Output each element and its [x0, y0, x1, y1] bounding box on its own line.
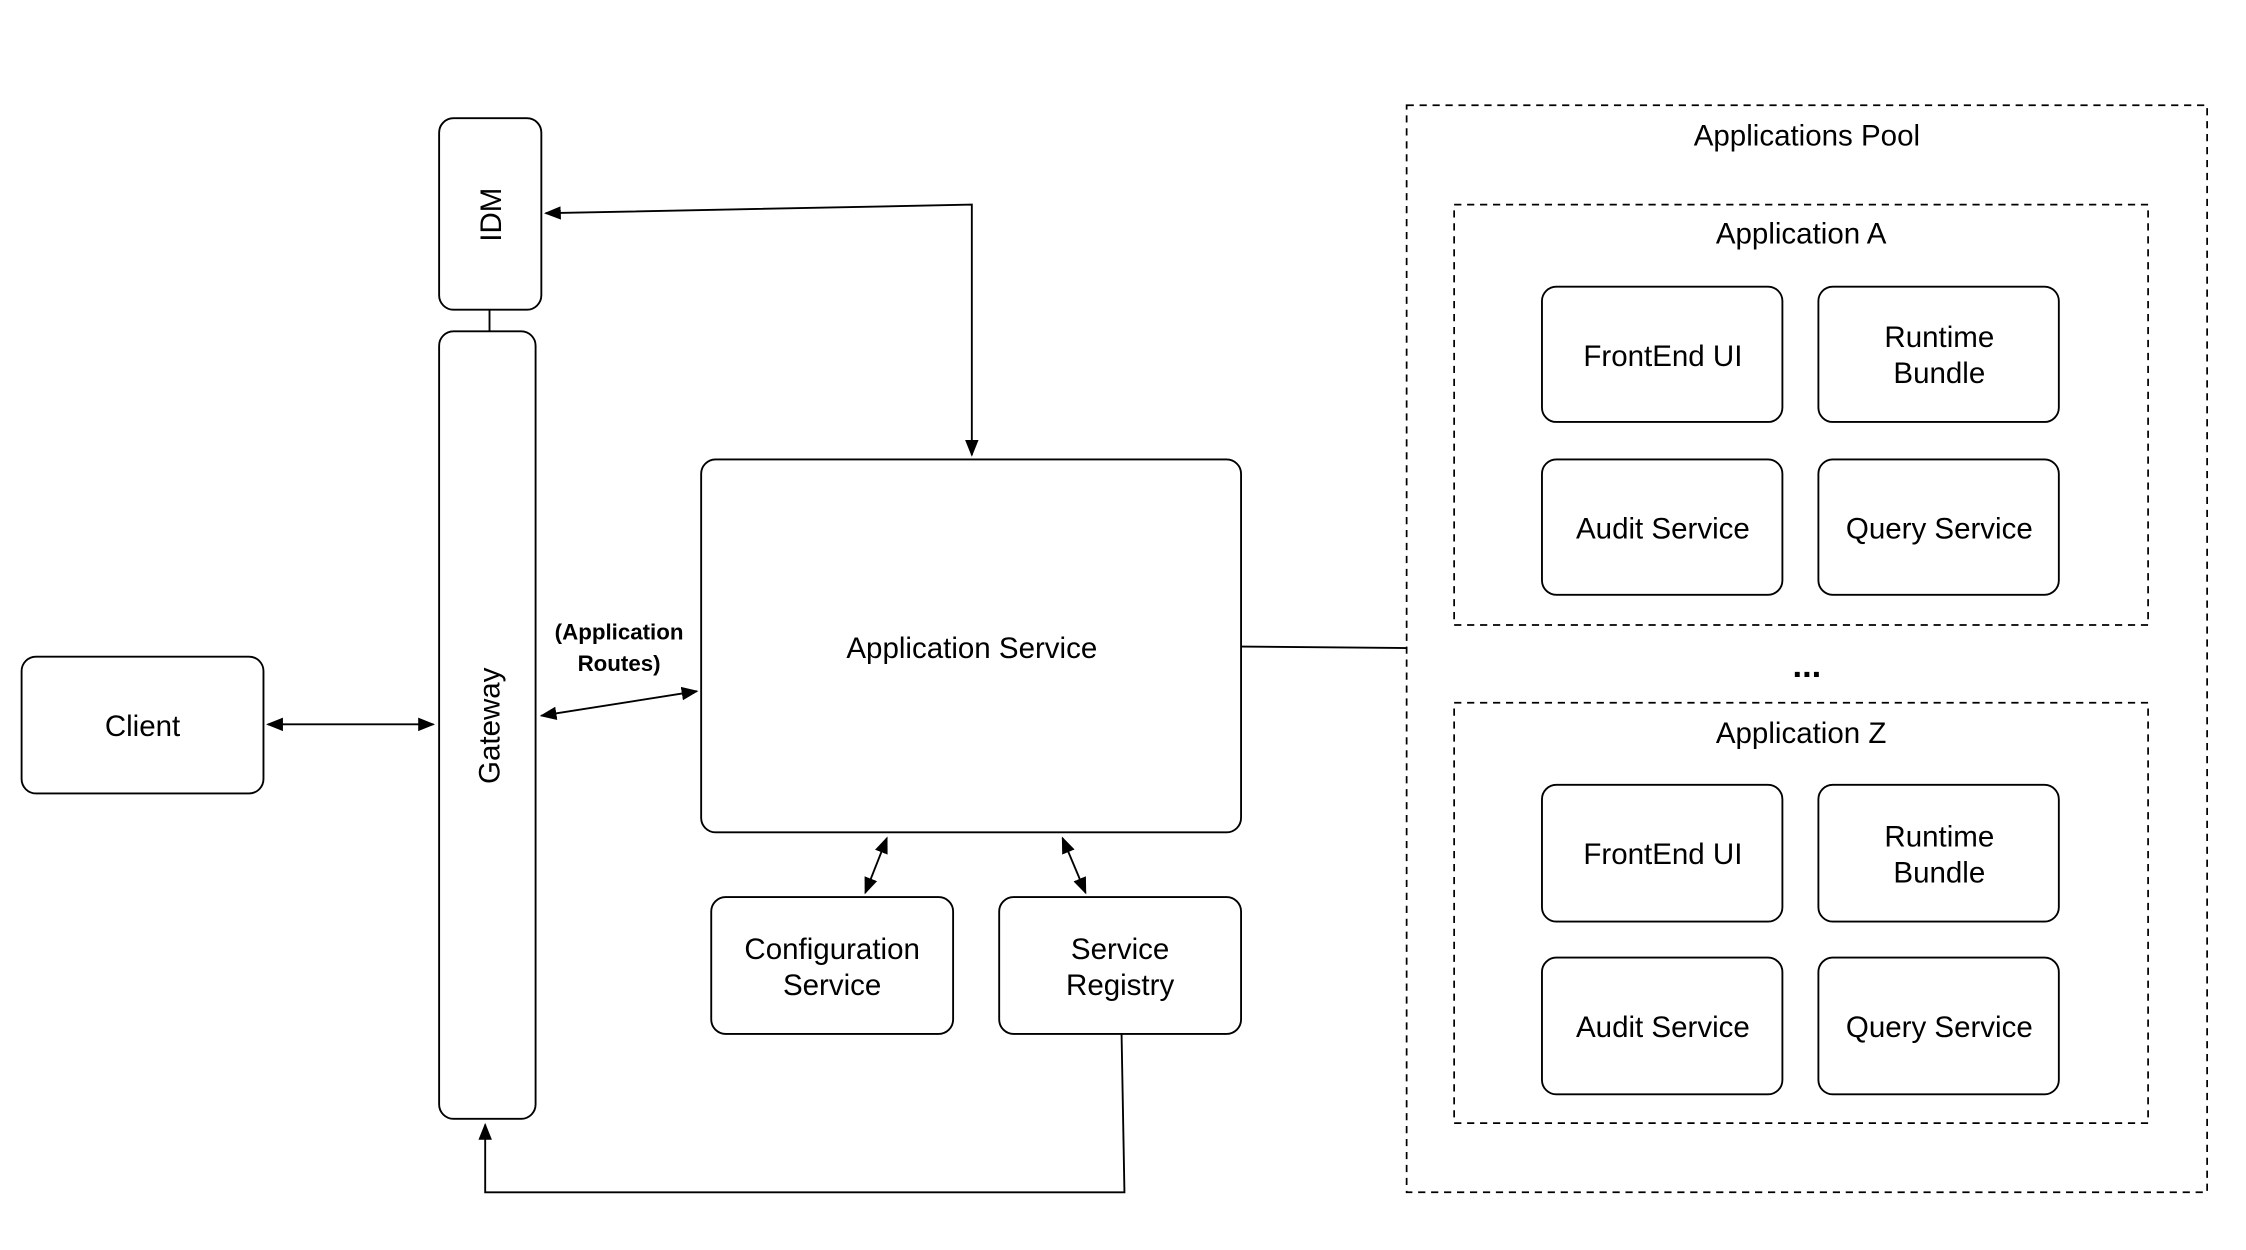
registry-gateway-edge [478, 1033, 1126, 1194]
application-z-group: Application Z FrontEnd UI RuntimeBundle … [1453, 701, 2149, 1125]
application-service-label: Application Service [846, 632, 1097, 665]
application-routes-label-line2: Routes) [578, 651, 661, 676]
appservice-idm-edge [543, 203, 979, 457]
idm-node[interactable]: IDM [438, 117, 543, 311]
frontend-ui-label: FrontEnd UI [1583, 340, 1742, 373]
client-label: Client [105, 710, 180, 743]
configuration-service-node[interactable]: Configuration Service [710, 896, 955, 1035]
appservice-registry-edge [1061, 836, 1087, 895]
appservice-pool-edge [1241, 645, 1407, 649]
gateway-appservice-edge [539, 686, 699, 721]
runtime-bundle-label-line2: Bundle [1893, 857, 1985, 890]
architecture-diagram: IDM Gateway Client (Application Routes) … [20, 104, 2208, 1194]
application-a-title: Application A [1716, 217, 1887, 250]
query-service-node[interactable]: Query Service [1817, 956, 2060, 1096]
gateway-label: Gateway [474, 667, 507, 784]
frontend-ui-label: FrontEnd UI [1583, 838, 1742, 871]
applications-pool-title: Applications Pool [1694, 120, 1920, 153]
query-service-node[interactable]: Query Service [1817, 458, 2060, 596]
frontend-ui-node[interactable]: FrontEnd UI [1541, 285, 1784, 423]
client-node[interactable]: Client [20, 655, 265, 795]
runtime-bundle-label-line2: Bundle [1893, 357, 1985, 390]
service-registry-label-line1: Service [1071, 933, 1169, 966]
runtime-bundle-node[interactable]: RuntimeBundle [1817, 285, 2060, 423]
configuration-service-label-line2: Service [783, 969, 881, 1002]
service-registry-label-line2: Registry [1066, 969, 1174, 1002]
configuration-service-label-line1: Configuration [744, 933, 919, 966]
runtime-bundle-node[interactable]: RuntimeBundle [1817, 783, 2060, 923]
audit-service-label: Audit Service [1576, 513, 1750, 546]
runtime-bundle-label-line1: Runtime [1884, 821, 1994, 854]
audit-service-label: Audit Service [1576, 1011, 1750, 1044]
idm-label: IDM [475, 188, 508, 242]
ellipsis: ... [1792, 647, 1821, 685]
application-z-title: Application Z [1716, 717, 1887, 750]
audit-service-node[interactable]: Audit Service [1541, 458, 1784, 596]
frontend-ui-node[interactable]: FrontEnd UI [1541, 783, 1784, 923]
gateway-node[interactable]: Gateway [438, 330, 537, 1120]
runtime-bundle-label-line1: Runtime [1884, 321, 1994, 354]
appservice-config-edge [864, 836, 888, 895]
application-service-node[interactable]: Application Service [700, 458, 1242, 834]
application-routes-label-line1: (Application [555, 619, 684, 644]
service-registry-node[interactable]: Service Registry [998, 896, 1242, 1035]
application-a-group: Application A FrontEnd UI RuntimeBundle … [1453, 203, 2149, 626]
applications-pool: Applications Pool ... Application A Fron… [1405, 104, 2208, 1194]
audit-service-node[interactable]: Audit Service [1541, 956, 1784, 1096]
query-service-label: Query Service [1846, 513, 2033, 546]
query-service-label: Query Service [1846, 1011, 2033, 1044]
